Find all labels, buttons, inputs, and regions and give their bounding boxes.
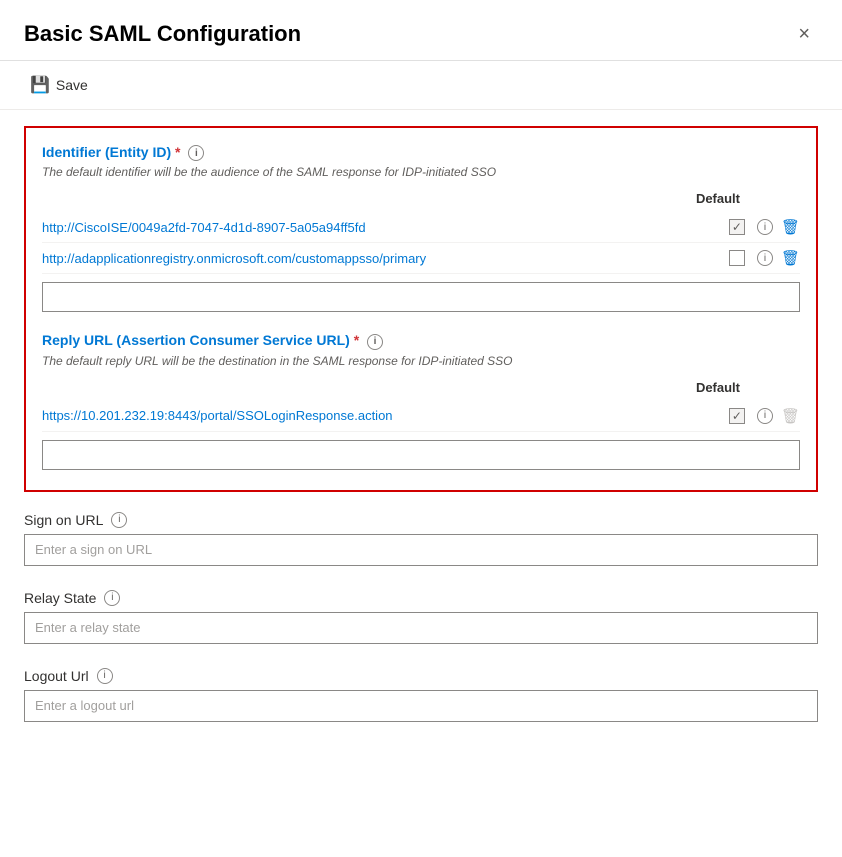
- reply-url-new-input[interactable]: [42, 440, 800, 470]
- save-label: Save: [56, 77, 88, 93]
- relay-state-group: Relay State i: [24, 590, 818, 644]
- identifier-required-star: *: [175, 144, 180, 160]
- identifier-info-icon[interactable]: i: [188, 145, 204, 161]
- reply-url-checkbox-1[interactable]: ✓: [729, 408, 745, 424]
- reply-url-delete-1: 🗑: [781, 407, 800, 425]
- identifier-row-1-info[interactable]: i: [757, 219, 773, 235]
- reply-url-description: The default reply URL will be the destin…: [42, 354, 800, 368]
- identifier-section: Identifier (Entity ID) * i The default i…: [42, 144, 800, 312]
- identifier-delete-1[interactable]: 🗑: [781, 218, 800, 236]
- relay-state-info-icon[interactable]: i: [104, 590, 120, 606]
- reply-url-1: https://10.201.232.19:8443/portal/SSOLog…: [42, 408, 720, 423]
- identifier-url-1: http://CiscoISE/0049a2fd-7047-4d1d-8907-…: [42, 220, 720, 235]
- sign-on-url-label: Sign on URL i: [24, 512, 818, 528]
- identifier-description: The default identifier will be the audie…: [42, 165, 800, 179]
- dialog: Basic SAML Configuration × 💾 Save Identi…: [0, 0, 842, 857]
- dialog-title: Basic SAML Configuration: [24, 21, 301, 47]
- reply-url-row-1: https://10.201.232.19:8443/portal/SSOLog…: [42, 401, 800, 432]
- identifier-url-row: http://CiscoISE/0049a2fd-7047-4d1d-8907-…: [42, 212, 800, 243]
- reply-url-section: Reply URL (Assertion Consumer Service UR…: [42, 332, 800, 469]
- identifier-row-2-actions: i 🗑: [720, 249, 800, 267]
- logout-url-label: Logout Url i: [24, 668, 818, 684]
- logout-url-input[interactable]: [24, 690, 818, 722]
- identifier-checkbox-1[interactable]: ✓: [729, 219, 745, 235]
- sign-on-url-group: Sign on URL i: [24, 512, 818, 566]
- identifier-delete-2[interactable]: 🗑: [781, 249, 800, 267]
- save-icon: 💾: [30, 75, 50, 95]
- save-button[interactable]: 💾 Save: [24, 71, 94, 99]
- relay-state-label: Relay State i: [24, 590, 818, 606]
- identifier-row-2-info[interactable]: i: [757, 250, 773, 266]
- identifier-default-header: Default: [42, 191, 800, 206]
- required-fields-section: Identifier (Entity ID) * i The default i…: [24, 126, 818, 492]
- identifier-url-2: http://adapplicationregistry.onmicrosoft…: [42, 251, 720, 266]
- identifier-row-1-actions: ✓ i 🗑: [720, 218, 800, 236]
- reply-url-label: Reply URL (Assertion Consumer Service UR…: [42, 332, 800, 349]
- reply-url-default-header: Default: [42, 380, 800, 395]
- reply-url-row-1-actions: ✓ i 🗑: [720, 407, 800, 425]
- identifier-new-input[interactable]: [42, 282, 800, 312]
- sign-on-url-info-icon[interactable]: i: [111, 512, 127, 528]
- identifier-checkbox-2[interactable]: [729, 250, 745, 266]
- close-button[interactable]: ×: [790, 20, 818, 48]
- logout-url-group: Logout Url i: [24, 668, 818, 722]
- relay-state-input[interactable]: [24, 612, 818, 644]
- close-icon: ×: [798, 23, 810, 45]
- reply-url-info-icon[interactable]: i: [367, 334, 383, 350]
- content: Identifier (Entity ID) * i The default i…: [0, 110, 842, 770]
- dialog-header: Basic SAML Configuration ×: [0, 0, 842, 61]
- reply-url-row-1-info[interactable]: i: [757, 408, 773, 424]
- toolbar: 💾 Save: [0, 61, 842, 110]
- identifier-label: Identifier (Entity ID) * i: [42, 144, 800, 161]
- sign-on-url-input[interactable]: [24, 534, 818, 566]
- reply-url-required-star: *: [354, 332, 359, 348]
- identifier-url-row-2: http://adapplicationregistry.onmicrosoft…: [42, 243, 800, 274]
- logout-url-info-icon[interactable]: i: [97, 668, 113, 684]
